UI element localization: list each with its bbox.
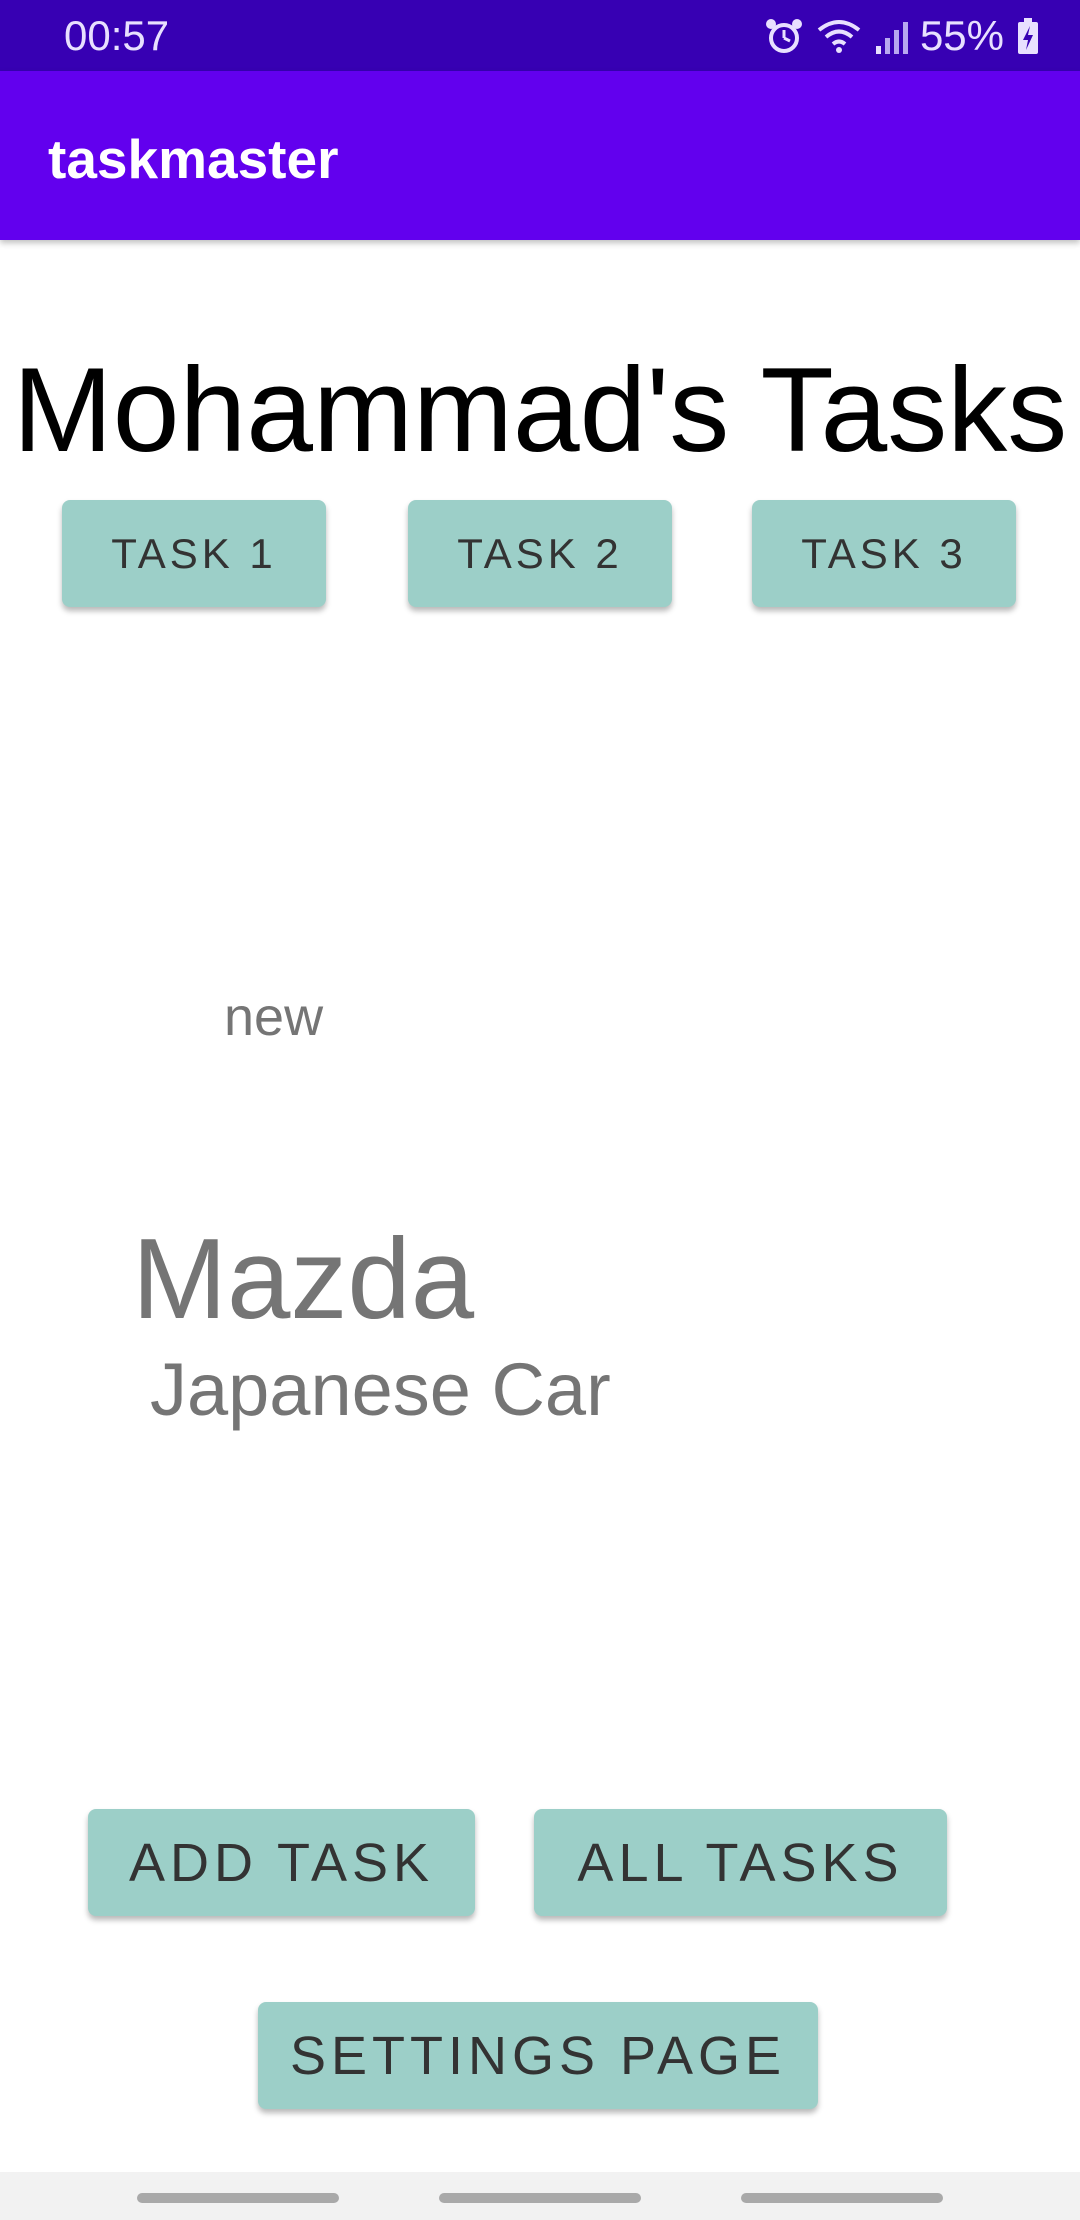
back-button[interactable] (741, 2193, 943, 2203)
navigation-bar (0, 2172, 1080, 2220)
task-body: Japanese Car (150, 1348, 611, 1431)
add-task-button[interactable]: ADD TASK (88, 1809, 475, 1916)
wifi-icon (816, 16, 862, 56)
status-bar: 00:57 55% (0, 0, 1080, 71)
battery-percentage: 55% (919, 12, 1004, 59)
signal-icon (874, 16, 908, 56)
task-1-button[interactable]: TASK 1 (62, 500, 326, 607)
recent-apps-button[interactable] (137, 2193, 339, 2203)
app-bar: taskmaster (0, 71, 1080, 240)
task-title: Mazda (132, 1216, 475, 1343)
battery-charging-icon (1016, 16, 1040, 56)
status-time: 00:57 (64, 12, 170, 59)
status-icons: 55% (764, 12, 1040, 60)
task-3-button[interactable]: TASK 3 (752, 500, 1016, 607)
settings-page-button[interactable]: SETTINGS PAGE (258, 2002, 818, 2109)
task-state: new (224, 987, 324, 1047)
task-list[interactable]: German Car new Mazda Japanese Car (0, 960, 1080, 1442)
alarm-icon (764, 16, 804, 56)
task-2-button[interactable]: TASK 2 (408, 500, 672, 607)
task-body: German Car (172, 960, 579, 978)
page-title: Mohammad's Tasks (12, 343, 1068, 477)
app-title: taskmaster (48, 128, 339, 190)
all-tasks-button[interactable]: ALL TASKS (534, 1809, 947, 1916)
home-button[interactable] (439, 2193, 641, 2203)
